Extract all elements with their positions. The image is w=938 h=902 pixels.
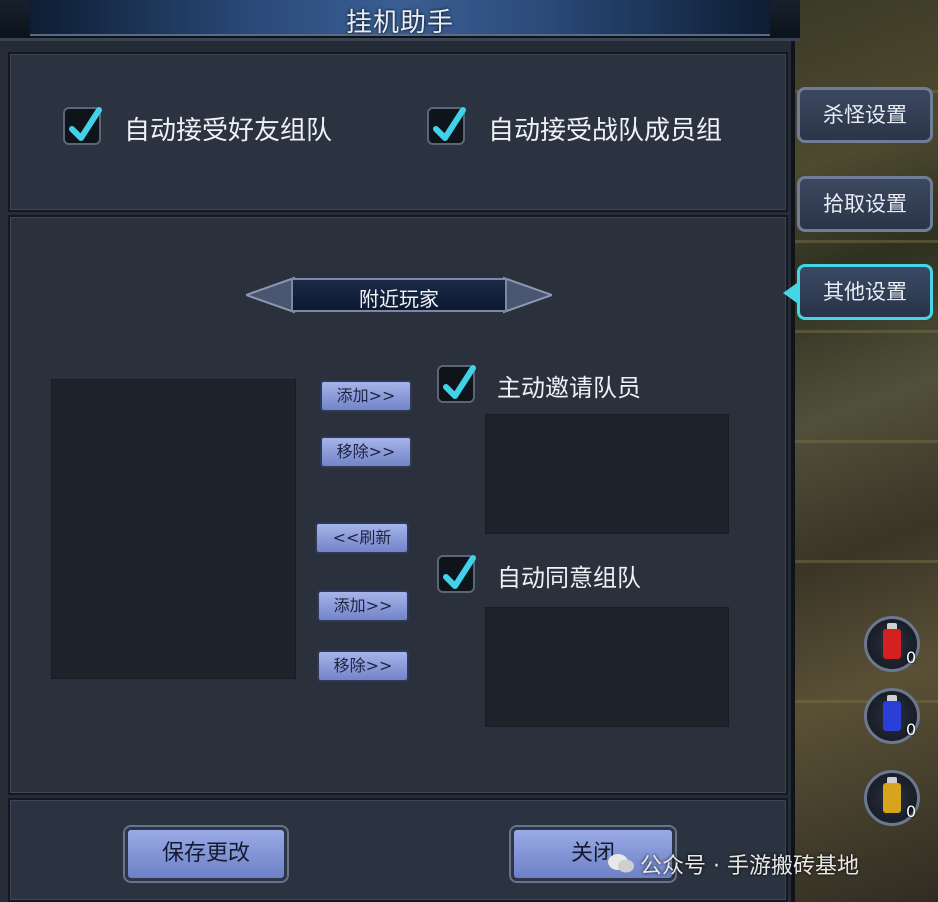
checkmark-icon [443,365,476,399]
tab-other-settings[interactable]: 其他设置 [797,264,933,320]
red-potion-bottle [883,629,901,659]
add-invite-button[interactable]: 添加>> [320,380,412,412]
auto-invite-checkbox[interactable] [437,365,476,403]
remove-accept-button[interactable]: 移除>> [317,650,409,682]
auto-agree-label: 自动同意组队 [497,564,641,592]
wechat-icon [608,854,634,873]
auto-accept-guild-label: 自动接受战队成员组 [488,116,723,146]
blue-potion-count: 0 [906,720,917,739]
yellow-potion-bottle [883,783,901,813]
invite-member-list[interactable] [485,414,729,534]
refresh-button[interactable]: <<刷新 [315,522,409,554]
blue-potion-bottle [883,701,901,731]
nearby-players-list[interactable] [51,379,296,679]
auto-assist-panel: 挂机助手 自动接受好友组队 自动接受战队成员组 附近玩家 添加>> 移除>> <… [0,0,800,902]
red-potion-count: 0 [906,648,917,667]
title-bar: 挂机助手 [0,0,800,41]
checkmark-icon [433,107,466,141]
auto-invite-label: 主动邀请队员 [497,374,641,402]
window-title: 挂机助手 [345,8,454,38]
checkmark-icon [443,555,476,589]
save-changes-button[interactable]: 保存更改 [125,827,287,881]
remove-invite-button[interactable]: 移除>> [320,436,412,468]
watermark-text: 公众号 · 手游搬砖基地 [640,854,859,879]
nearby-players-header: 附近玩家 [246,274,552,316]
auto-accept-guild-checkbox[interactable] [427,107,466,145]
auto-accept-friend-label: 自动接受好友组队 [124,116,333,146]
checkmark-icon [69,107,102,141]
yellow-potion-count: 0 [906,802,917,821]
auto-accept-friend-checkbox[interactable] [63,107,102,145]
auto-agree-checkbox[interactable] [437,555,476,593]
tab-loot-settings[interactable]: 拾取设置 [797,176,933,232]
nearby-players-title: 附近玩家 [359,287,439,311]
active-tab-arrow-icon [783,283,797,303]
tab-monster-settings[interactable]: 杀怪设置 [797,87,933,143]
add-accept-button[interactable]: 添加>> [317,590,409,622]
agree-member-list[interactable] [485,607,729,727]
